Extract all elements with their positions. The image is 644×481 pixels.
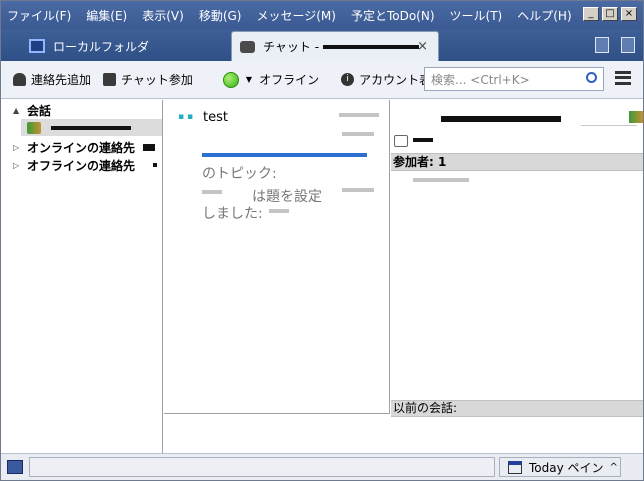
today-pane-button[interactable]: Today ペイン ^ xyxy=(499,457,621,477)
redacted-text xyxy=(202,190,222,194)
redacted-text xyxy=(342,132,374,136)
tab-local-folders[interactable]: ローカルフォルダ xyxy=(13,31,228,61)
tab-chat[interactable]: チャット - × xyxy=(231,31,439,61)
redacted-text xyxy=(269,209,289,213)
add-contact-label: 連絡先追加 xyxy=(31,73,92,87)
topic-icon[interactable] xyxy=(394,135,408,147)
conversation-header xyxy=(391,100,643,152)
search-placeholder: 検索... <Ctrl+K> xyxy=(431,72,530,87)
tab-strip: ローカルフォルダ チャット - × xyxy=(1,29,643,61)
window-controls: _ □ × xyxy=(583,7,637,21)
menu-go[interactable]: 移動(G) xyxy=(199,7,242,24)
group-label: オンラインの連絡先 xyxy=(27,140,136,155)
group-label: 会話 xyxy=(27,103,52,118)
topic-label: のトピック: xyxy=(202,166,277,182)
close-tab-icon[interactable]: × xyxy=(417,39,428,54)
conversation-item[interactable] xyxy=(21,119,162,136)
group-offline-contacts[interactable]: ▷ オフラインの連絡先 xyxy=(1,156,162,174)
menu-view[interactable]: 表示(V) xyxy=(142,7,184,24)
dropdown-arrow-icon: ▼ xyxy=(245,75,253,84)
today-pane-label: Today ペイン xyxy=(529,460,604,475)
network-status-icon[interactable] xyxy=(7,460,23,474)
redacted-text xyxy=(202,153,367,157)
participants-header: 参加者: 1 xyxy=(391,153,643,171)
redacted-text xyxy=(342,188,374,192)
expand-icon[interactable]: ▷ xyxy=(13,143,27,152)
expand-icon[interactable]: ▷ xyxy=(13,161,27,170)
status-selector[interactable]: ▼ オフライン xyxy=(222,71,320,88)
irc-channel-icon xyxy=(27,121,41,134)
redacted-text xyxy=(153,163,158,167)
redacted-text xyxy=(51,125,131,130)
message-input[interactable] xyxy=(164,413,390,453)
tab-tools xyxy=(595,37,635,53)
chat-toolbar: 連絡先追加 チャット参加 ▼ オフライン i アカウント表示 検索... <Ct… xyxy=(1,61,643,99)
redacted-text xyxy=(323,44,420,49)
menu-tools[interactable]: ツール(T) xyxy=(450,7,503,24)
conversation-pane: ▪ ▪ test のトピック: は題を設定 しました: xyxy=(164,100,390,453)
status-label: オフライン xyxy=(259,73,320,87)
tab-label: ローカルフォルダ xyxy=(53,39,150,54)
app-menu-icon[interactable] xyxy=(615,71,631,85)
tab-label: チャット - xyxy=(263,40,320,54)
status-text-field xyxy=(29,457,495,477)
calendar-icon xyxy=(508,460,522,474)
join-chat-label: チャット参加 xyxy=(121,73,193,87)
message-marker-icon: ▪ ▪ xyxy=(178,112,194,122)
tasks-icon[interactable] xyxy=(621,37,635,53)
menu-message[interactable]: メッセージ(M) xyxy=(256,7,335,24)
contacts-pane: ▲ 会話 ▷ オンラインの連絡先 ▷ オフラインの連絡先 xyxy=(1,100,163,453)
info-icon: i xyxy=(341,73,355,86)
status-indicator-icon xyxy=(222,71,239,88)
message-text: test xyxy=(203,110,228,125)
join-chat-icon xyxy=(103,73,117,86)
add-contact-button[interactable]: 連絡先追加 xyxy=(13,71,91,88)
topic-done-text: しました: xyxy=(202,206,263,222)
previous-conversations-header: 以前の会話: xyxy=(391,400,643,417)
group-online-contacts[interactable]: ▷ オンラインの連絡先 xyxy=(1,138,162,156)
search-input[interactable]: 検索... <Ctrl+K> xyxy=(424,67,604,91)
menu-events-tasks[interactable]: 予定とToDo(N) xyxy=(351,7,435,24)
name-underline xyxy=(581,125,637,126)
maximize-button[interactable]: □ xyxy=(602,7,618,21)
chevron-up-icon: ^ xyxy=(609,461,618,473)
redacted-text xyxy=(143,143,156,151)
menu-bar: ファイル(F) 編集(E) 表示(V) 移動(G) メッセージ(M) 予定とTo… xyxy=(1,1,643,29)
menu-edit[interactable]: 編集(E) xyxy=(86,7,127,24)
folder-icon xyxy=(29,39,45,53)
status-bar: Today ペイン ^ xyxy=(1,453,643,480)
app-window: ファイル(F) 編集(E) 表示(V) 移動(G) メッセージ(M) 予定とTo… xyxy=(0,0,644,481)
collapse-icon[interactable]: ▲ xyxy=(13,106,27,115)
redacted-text xyxy=(413,178,469,182)
menu-file[interactable]: ファイル(F) xyxy=(7,7,71,24)
search-icon[interactable] xyxy=(586,72,597,83)
minimize-button[interactable]: _ xyxy=(583,7,599,21)
calendar-icon[interactable] xyxy=(595,37,609,53)
close-button[interactable]: × xyxy=(621,7,637,21)
menu-help[interactable]: ヘルプ(H) xyxy=(517,7,571,24)
redacted-text xyxy=(441,116,561,122)
chat-bubble-icon xyxy=(240,40,255,53)
irc-channel-icon xyxy=(629,111,643,123)
message-log: ▪ ▪ test のトピック: は題を設定 しました: xyxy=(164,100,390,413)
redacted-text xyxy=(339,113,379,117)
group-conversations[interactable]: ▲ 会話 xyxy=(1,101,162,119)
add-contact-icon xyxy=(13,73,26,86)
join-chat-button[interactable]: チャット参加 xyxy=(103,71,193,88)
participants-pane: 参加者: 1 以前の会話: xyxy=(391,100,643,453)
group-label: オフラインの連絡先 xyxy=(27,158,136,173)
redacted-text xyxy=(413,138,433,142)
